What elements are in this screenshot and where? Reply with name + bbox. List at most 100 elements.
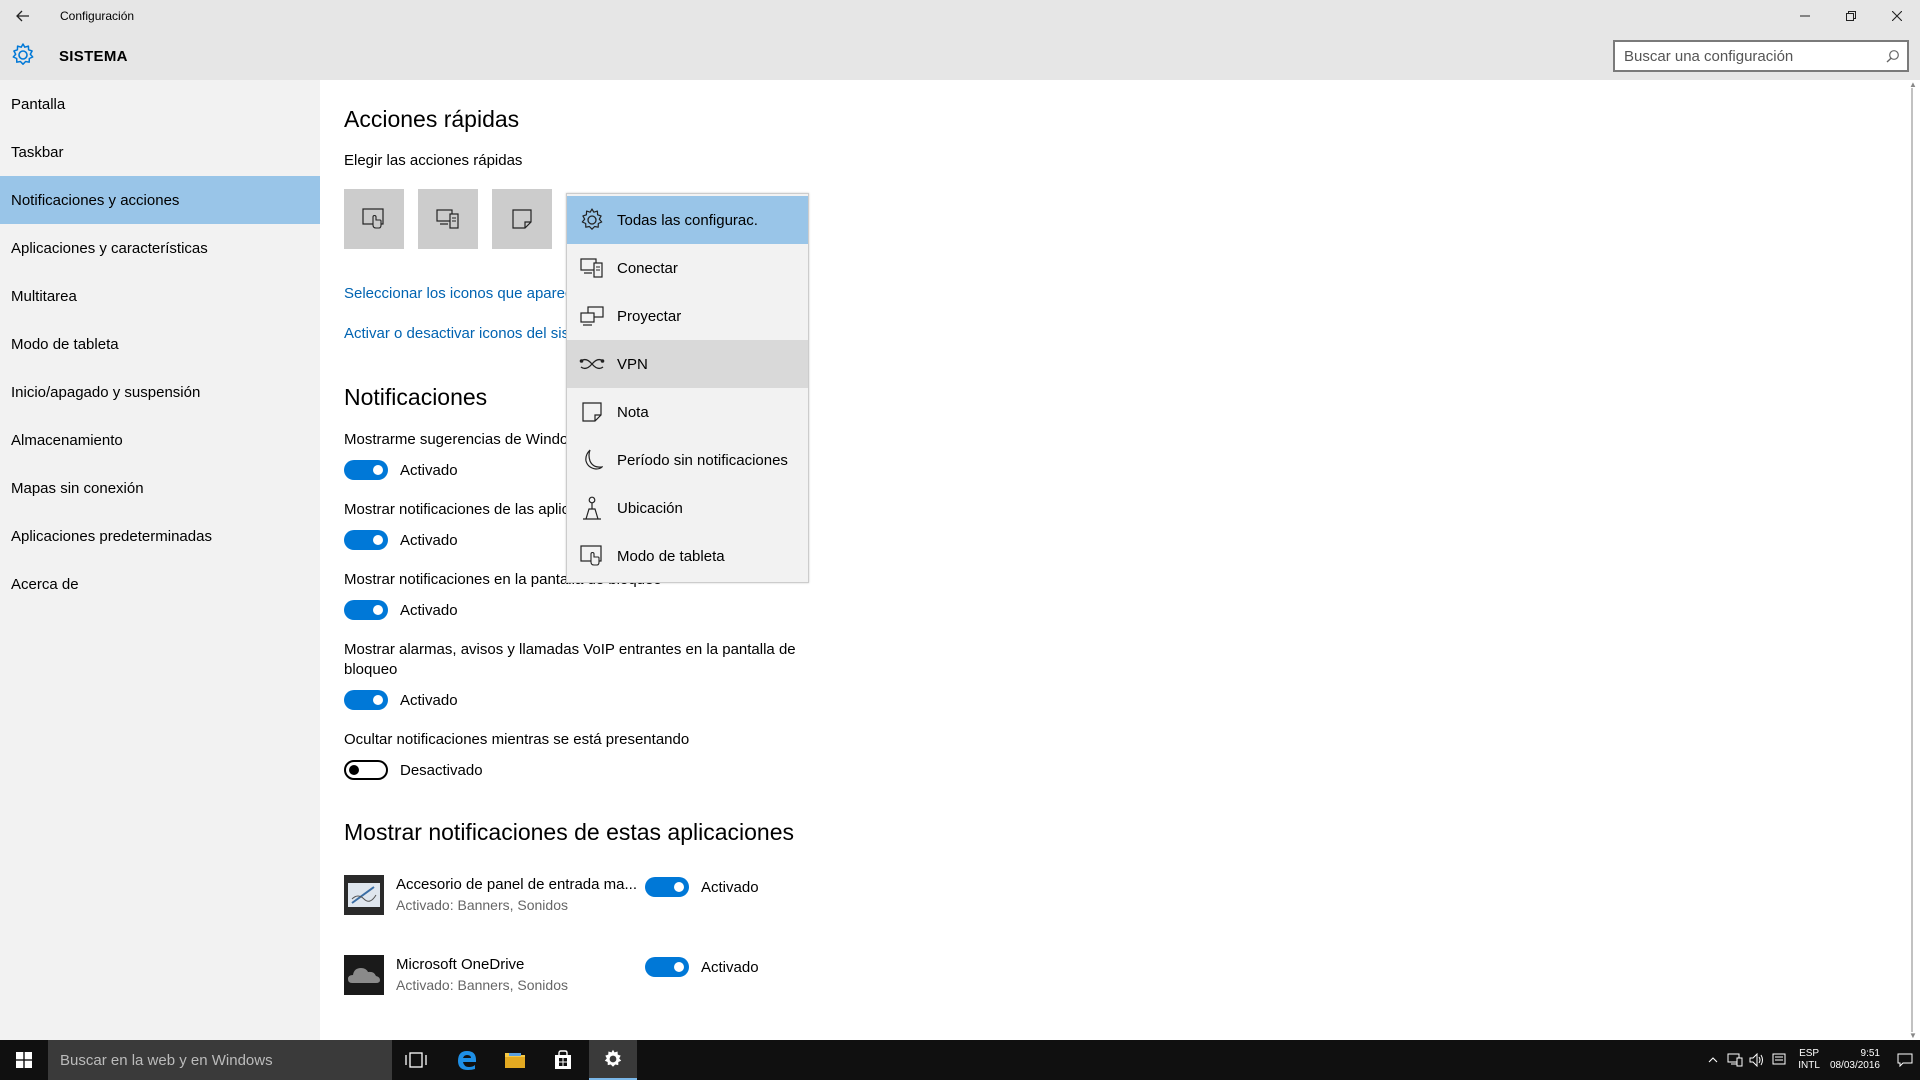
project-icon — [567, 292, 617, 340]
apps-section-heading: Mostrar notificaciones de estas aplicaci… — [344, 819, 795, 845]
gear-icon — [604, 1049, 622, 1067]
quick-action-menu: Todas las configurac. Conectar Proyectar… — [566, 193, 809, 583]
store-button[interactable] — [539, 1040, 587, 1080]
show-hidden-icons-button[interactable] — [1702, 1040, 1724, 1080]
tablet-mode-icon — [362, 208, 384, 229]
notifications-heading: Notificaciones — [344, 384, 488, 410]
lockscreen-toggle-row: Activado — [344, 600, 458, 620]
start-button[interactable] — [0, 1040, 48, 1080]
gear-icon — [567, 196, 617, 244]
quick-actions-heading: Acciones rápidas — [344, 106, 520, 132]
notification-setting-label: Mostrar notificaciones de las aplic — [344, 501, 570, 518]
app-row-input-panel: Accesorio de panel de entrada ma... Acti… — [344, 875, 637, 915]
menu-item-location[interactable]: Ubicación — [567, 484, 808, 532]
title-bar: Configuración — [0, 0, 1920, 32]
app-name: Accesorio de panel de entrada ma... — [396, 876, 637, 893]
lockscreen-toggle[interactable] — [344, 600, 388, 620]
menu-item-label: Ubicación — [617, 499, 683, 517]
close-button[interactable] — [1874, 0, 1920, 32]
menu-item-label: Período sin notificaciones — [617, 451, 788, 469]
edge-button[interactable] — [443, 1040, 491, 1080]
scroll-down-arrow-icon[interactable]: ▼ — [1908, 1031, 1918, 1040]
sidebar-item-acerca-de[interactable]: Acerca de — [0, 560, 320, 608]
sidebar-item-pantalla[interactable]: Pantalla — [0, 80, 320, 128]
suggestions-toggle-row: Activado — [344, 460, 458, 480]
note-icon — [512, 209, 532, 229]
settings-taskbar-button[interactable] — [589, 1040, 637, 1080]
onedrive-toggle[interactable] — [645, 957, 689, 977]
connect-icon — [567, 244, 617, 292]
menu-item-quiet-hours[interactable]: Período sin notificaciones — [567, 436, 808, 484]
alarms-toggle[interactable] — [344, 690, 388, 710]
system-icons-link[interactable]: Activar o desactivar iconos del sis — [344, 325, 569, 342]
note-icon — [567, 388, 617, 436]
file-explorer-button[interactable] — [491, 1040, 539, 1080]
menu-item-all-settings[interactable]: Todas las configurac. — [567, 196, 808, 244]
presenting-toggle[interactable] — [344, 760, 388, 780]
windows-logo-icon — [16, 1052, 32, 1068]
search-box[interactable] — [1613, 40, 1909, 72]
menu-item-note[interactable]: Nota — [567, 388, 808, 436]
menu-item-connect[interactable]: Conectar — [567, 244, 808, 292]
restore-button[interactable] — [1828, 0, 1874, 32]
language-indicator[interactable]: ESP INTL — [1798, 1048, 1820, 1072]
section-title: SISTEMA — [59, 48, 128, 65]
scrollbar[interactable]: ▲ ▼ — [1906, 80, 1920, 1040]
input-panel-toggle[interactable] — [645, 877, 689, 897]
sidebar-item-modo-tableta[interactable]: Modo de tableta — [0, 320, 320, 368]
clock-time: 9:51 — [1860, 1048, 1880, 1059]
scroll-track[interactable] — [1911, 88, 1913, 1032]
app-notifications-toggle[interactable] — [344, 530, 388, 550]
app-row-onedrive: Microsoft OneDrive Activado: Banners, So… — [344, 955, 568, 995]
back-arrow-icon — [16, 10, 29, 22]
menu-item-vpn[interactable]: VPN — [567, 340, 808, 388]
network-icon — [1727, 1053, 1743, 1067]
sidebar-item-notificaciones[interactable]: Notificaciones y acciones — [0, 176, 320, 224]
action-center-tray-button[interactable] — [1768, 1040, 1790, 1080]
app-status: Activado: Banners, Sonidos — [396, 897, 568, 913]
toggle-state: Activado — [701, 878, 759, 896]
back-button[interactable] — [0, 0, 46, 32]
sidebar-item-almacenamiento[interactable]: Almacenamiento — [0, 416, 320, 464]
notifications-button[interactable] — [1890, 1040, 1920, 1080]
sidebar-item-mapas[interactable]: Mapas sin conexión — [0, 464, 320, 512]
taskbar: Buscar en la web y en Windows ESP INTL 9 — [0, 1040, 1920, 1080]
toggle-state: Desactivado — [400, 761, 483, 779]
sidebar-item-multitarea[interactable]: Multitarea — [0, 272, 320, 320]
minimize-icon — [1800, 15, 1810, 17]
tablet-mode-icon — [567, 532, 617, 580]
network-button[interactable] — [1724, 1040, 1746, 1080]
select-icons-link[interactable]: Seleccionar los iconos que aparec — [344, 285, 572, 302]
menu-item-tablet-mode[interactable]: Modo de tableta — [567, 532, 808, 580]
window-title: Configuración — [60, 9, 135, 23]
menu-item-label: Todas las configurac. — [617, 211, 758, 229]
task-view-button[interactable] — [392, 1040, 440, 1080]
sidebar-item-aplicaciones[interactable]: Aplicaciones y características — [0, 224, 320, 272]
volume-icon — [1749, 1053, 1764, 1067]
sidebar-item-predeterminadas[interactable]: Aplicaciones predeterminadas — [0, 512, 320, 560]
menu-item-label: Conectar — [617, 259, 678, 277]
search-icon[interactable] — [1879, 42, 1907, 70]
onedrive-toggle-row: Activado — [645, 957, 759, 977]
quick-action-tile-tablet[interactable] — [344, 189, 404, 249]
minimize-button[interactable] — [1782, 0, 1828, 32]
clock[interactable]: 9:51 08/03/2016 — [1830, 1048, 1880, 1072]
menu-item-project[interactable]: Proyectar — [567, 292, 808, 340]
scroll-up-arrow-icon[interactable]: ▲ — [1908, 80, 1918, 89]
quick-action-tile-note[interactable] — [492, 189, 552, 249]
menu-item-label: VPN — [617, 355, 648, 373]
quick-action-tile-connect[interactable] — [418, 189, 478, 249]
edge-icon — [458, 1051, 476, 1070]
volume-button[interactable] — [1746, 1040, 1768, 1080]
main-content: Acciones rápidas Elegir las acciones ráp… — [320, 80, 1920, 1040]
sidebar: Pantalla Taskbar Notificaciones y accion… — [0, 80, 320, 1040]
sidebar-item-taskbar[interactable]: Taskbar — [0, 128, 320, 176]
suggestions-toggle[interactable] — [344, 460, 388, 480]
taskbar-search[interactable]: Buscar en la web y en Windows — [48, 1040, 392, 1080]
presenting-toggle-row: Desactivado — [344, 760, 483, 780]
search-input[interactable] — [1615, 42, 1879, 70]
close-icon — [1892, 11, 1902, 21]
sidebar-item-inicio-apagado[interactable]: Inicio/apagado y suspensión — [0, 368, 320, 416]
toggle-state: Activado — [400, 531, 458, 549]
moon-icon — [567, 436, 617, 484]
